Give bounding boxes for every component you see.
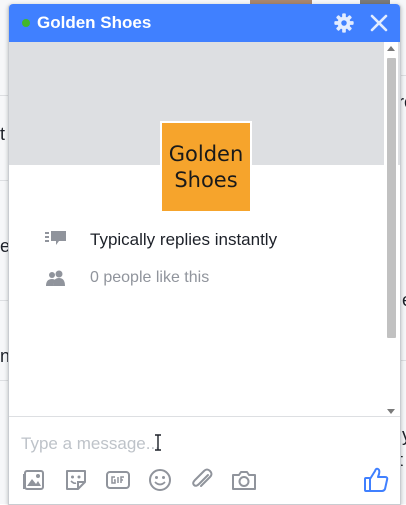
chat-title[interactable]: Golden Shoes (37, 13, 151, 33)
gif-icon[interactable] (105, 467, 131, 493)
thumbs-up-icon[interactable] (362, 466, 390, 494)
attachment-icon[interactable] (189, 467, 215, 493)
composer-divider (9, 416, 400, 417)
logo-text: Golden (168, 142, 244, 166)
response-time-text: Typically replies instantly (90, 230, 278, 249)
photo-icon[interactable] (21, 467, 47, 493)
speech-bubbles-icon (45, 231, 67, 249)
likes-count-text: 0 people like this (90, 269, 210, 286)
scroll-down-arrow-icon[interactable] (387, 409, 395, 414)
scrollbar-thumb[interactable] (387, 58, 396, 338)
page-logo[interactable]: Golden Shoes (160, 121, 252, 213)
message-input[interactable] (21, 432, 321, 456)
close-icon[interactable] (368, 12, 390, 34)
chat-header[interactable]: Golden Shoes (9, 4, 400, 42)
scrollbar[interactable] (384, 42, 398, 416)
text-cursor-icon (153, 434, 163, 451)
scroll-up-arrow-icon[interactable] (387, 46, 395, 51)
sticker-icon[interactable] (63, 467, 89, 493)
chat-window: Golden Shoes Golden Shoes Typically repl… (8, 4, 401, 505)
emoji-icon[interactable] (147, 467, 173, 493)
people-icon (45, 270, 67, 288)
background-text: t (0, 124, 6, 144)
logo-text: Shoes (174, 168, 238, 192)
settings-gear-icon[interactable] (333, 12, 355, 34)
online-status-icon (22, 19, 30, 27)
camera-icon[interactable] (231, 467, 257, 493)
